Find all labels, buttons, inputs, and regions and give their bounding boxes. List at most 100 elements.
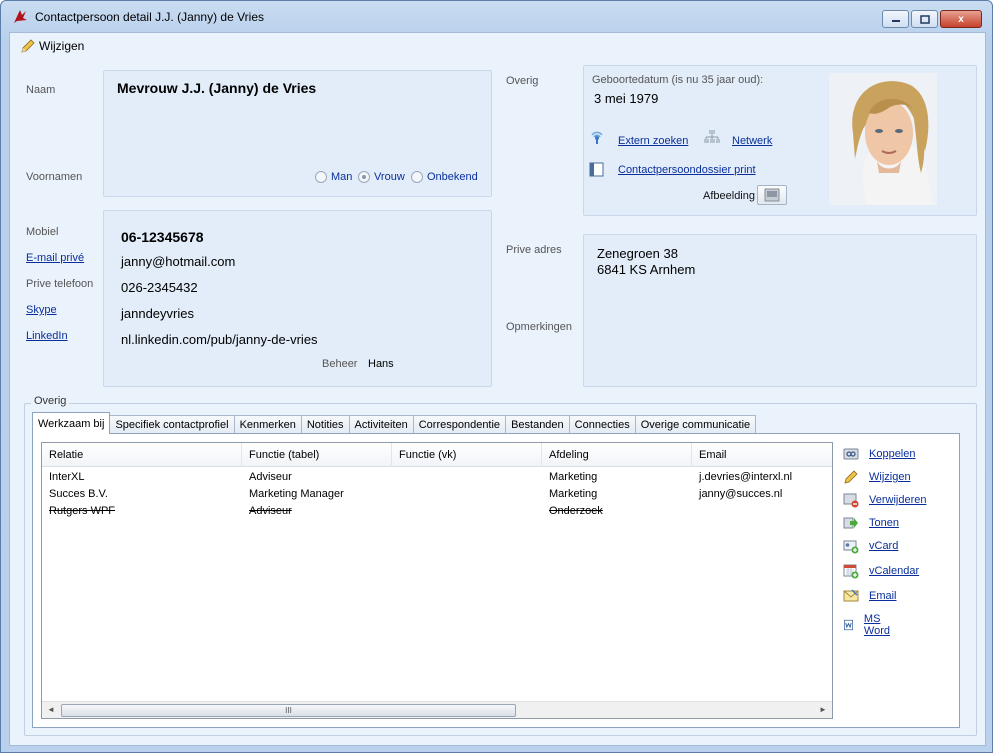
gender-man-radio[interactable]: Man <box>315 171 352 183</box>
column-header-functie-tabel[interactable]: Functie (tabel) <box>242 443 392 467</box>
name-panel: Mevrouw J.J. (Janny) de Vries Man Vrouw … <box>103 70 492 197</box>
grip-icon: III <box>285 706 292 715</box>
afbeelding-label: Afbeelding <box>703 190 755 202</box>
cell-functie-tabel: Adviseur <box>249 504 292 517</box>
gender-man-label: Man <box>331 171 353 183</box>
mobiel-value[interactable]: 06-12345678 <box>121 229 204 245</box>
employment-grid[interactable]: Relatie Functie (tabel) Functie (vk) Afd… <box>41 442 833 719</box>
address-panel: Zenegroen 38 6841 KS Arnhem <box>583 234 977 387</box>
column-header-relatie[interactable]: Relatie <box>42 443 242 467</box>
prive-telefoon-label: Prive telefoon <box>26 278 94 290</box>
pencil-icon <box>21 39 35 53</box>
tab-overige-communicatie[interactable]: Overige communicatie <box>634 415 757 434</box>
horizontal-scrollbar[interactable]: ◄ III ► <box>42 701 832 718</box>
tab-kenmerken[interactable]: Kenmerken <box>233 415 302 434</box>
tonen-label: Tonen <box>869 517 899 529</box>
network-icon <box>704 130 720 143</box>
scroll-right-arrow-icon[interactable]: ► <box>818 705 828 714</box>
mobiel-label: Mobiel <box>26 226 59 238</box>
portrait-image <box>829 73 937 205</box>
address-line2[interactable]: 6841 KS Arnhem <box>597 262 695 277</box>
verwijderen-action[interactable]: Verwijderen <box>843 492 926 508</box>
edit-menu-item[interactable]: Wijzigen <box>20 36 84 56</box>
window-title: Contactpersoon detail J.J. (Janny) de Vr… <box>35 10 265 24</box>
cell-functie-tabel: Adviseur <box>249 470 292 483</box>
tonen-action[interactable]: Tonen <box>843 515 899 531</box>
maximize-button[interactable] <box>911 10 938 28</box>
dossier-print-link[interactable]: Contactpersoondossier print <box>618 164 756 176</box>
email-value[interactable]: janny@hotmail.com <box>121 254 235 269</box>
address-line1[interactable]: Zenegroen 38 <box>597 246 678 261</box>
vcard-action[interactable]: vCard <box>843 538 898 554</box>
radio-circle <box>411 171 423 183</box>
table-row[interactable]: Rutgers WPF Adviseur Onderzoek <box>42 502 832 519</box>
tab-activiteiten[interactable]: Activiteiten <box>348 415 414 434</box>
cell-functie-tabel: Marketing Manager <box>249 487 344 500</box>
close-button[interactable]: x <box>940 10 982 28</box>
linkedin-link[interactable]: LinkedIn <box>26 330 68 342</box>
linkedin-value[interactable]: nl.linkedin.com/pub/janny-de-vries <box>121 332 318 347</box>
title-bar: Contactpersoon detail J.J. (Janny) de Vr… <box>1 1 992 33</box>
application-window: Contactpersoon detail J.J. (Janny) de Vr… <box>0 0 993 753</box>
name-label: Naam <box>26 84 56 96</box>
name-value[interactable]: Mevrouw J.J. (Janny) de Vries <box>117 80 316 96</box>
scroll-left-arrow-icon[interactable]: ◄ <box>46 705 56 714</box>
telefoon-value[interactable]: 026-2345432 <box>121 280 198 295</box>
tab-werkzaam-bij[interactable]: Werkzaam bij <box>32 412 111 434</box>
tab-page-werkzaam-bij: Relatie Functie (tabel) Functie (vk) Afd… <box>32 433 960 728</box>
edit-icon <box>844 470 858 484</box>
contact-panel: 06-12345678 janny@hotmail.com 026-234543… <box>103 210 492 387</box>
image-icon <box>764 188 780 202</box>
tab-correspondentie[interactable]: Correspondentie <box>412 415 507 434</box>
wijzigen-action[interactable]: Wijzigen <box>843 469 911 485</box>
minimize-button[interactable] <box>882 10 909 28</box>
koppelen-label: Koppelen <box>869 448 916 460</box>
email-action[interactable]: Email <box>843 588 897 604</box>
column-header-afdeling[interactable]: Afdeling <box>542 443 692 467</box>
koppelen-action[interactable]: Koppelen <box>843 446 916 462</box>
vcard-icon <box>843 540 859 554</box>
vcalendar-label: vCalendar <box>869 565 920 577</box>
overig-label: Overig <box>506 75 539 87</box>
column-header-email[interactable]: Email <box>692 443 832 467</box>
delete-icon <box>843 493 859 508</box>
app-logo-icon <box>11 8 29 26</box>
client-area: Wijzigen Naam Voornamen Mevrouw J.J. (Ja… <box>9 32 986 746</box>
cell-email: j.devries@interxl.nl <box>699 470 793 483</box>
column-header-functie-vk[interactable]: Functie (vk) <box>392 443 542 467</box>
gender-vrouw-radio[interactable]: Vrouw <box>358 171 405 183</box>
cell-functie-vk <box>392 502 542 519</box>
gender-onbekend-label: Onbekend <box>427 171 478 183</box>
arrow-right-icon <box>843 517 858 529</box>
table-row[interactable]: InterXL Adviseur Marketing j.devries@int… <box>42 468 832 485</box>
cell-email: janny@succes.nl <box>699 487 783 500</box>
tab-connecties[interactable]: Connecties <box>568 415 636 434</box>
contact-photo[interactable] <box>829 73 937 205</box>
radio-circle <box>315 171 327 183</box>
close-icon: x <box>958 13 964 25</box>
tab-bestanden[interactable]: Bestanden <box>505 415 570 434</box>
tab-specifiek-contactprofiel[interactable]: Specifiek contactprofiel <box>109 415 235 434</box>
beheer-label: Beheer <box>322 358 358 370</box>
grid-header: Relatie Functie (tabel) Functie (vk) Afd… <box>42 443 832 467</box>
gender-onbekend-radio[interactable]: Onbekend <box>411 171 478 183</box>
table-row[interactable]: Succes B.V. Marketing Manager Marketing … <box>42 485 832 502</box>
skype-value[interactable]: janndeyvries <box>121 306 194 321</box>
tab-notities[interactable]: Notities <box>300 415 350 434</box>
ms-word-action[interactable]: MS Word <box>843 613 895 637</box>
extern-zoeken-link[interactable]: Extern zoeken <box>618 135 688 147</box>
opmerkingen-label: Opmerkingen <box>506 321 573 333</box>
netwerk-link[interactable]: Netwerk <box>732 135 772 147</box>
ms-word-label: MS Word <box>863 613 891 637</box>
skype-link[interactable]: Skype <box>26 304 57 316</box>
email-prive-link[interactable]: E-mail privé <box>26 252 84 264</box>
link-icon <box>843 448 859 460</box>
edit-menu-label: Wijzigen <box>39 39 85 53</box>
vcalendar-action[interactable]: vCalendar <box>843 563 919 579</box>
verwijderen-label: Verwijderen <box>869 494 927 506</box>
birthdate-label: Geboortedatum (is nu 35 jaar oud): <box>592 74 764 86</box>
email-icon <box>843 589 859 602</box>
afbeelding-button[interactable] <box>757 185 787 205</box>
scrollbar-thumb[interactable]: III <box>61 704 516 717</box>
vcard-label: vCard <box>869 540 899 552</box>
